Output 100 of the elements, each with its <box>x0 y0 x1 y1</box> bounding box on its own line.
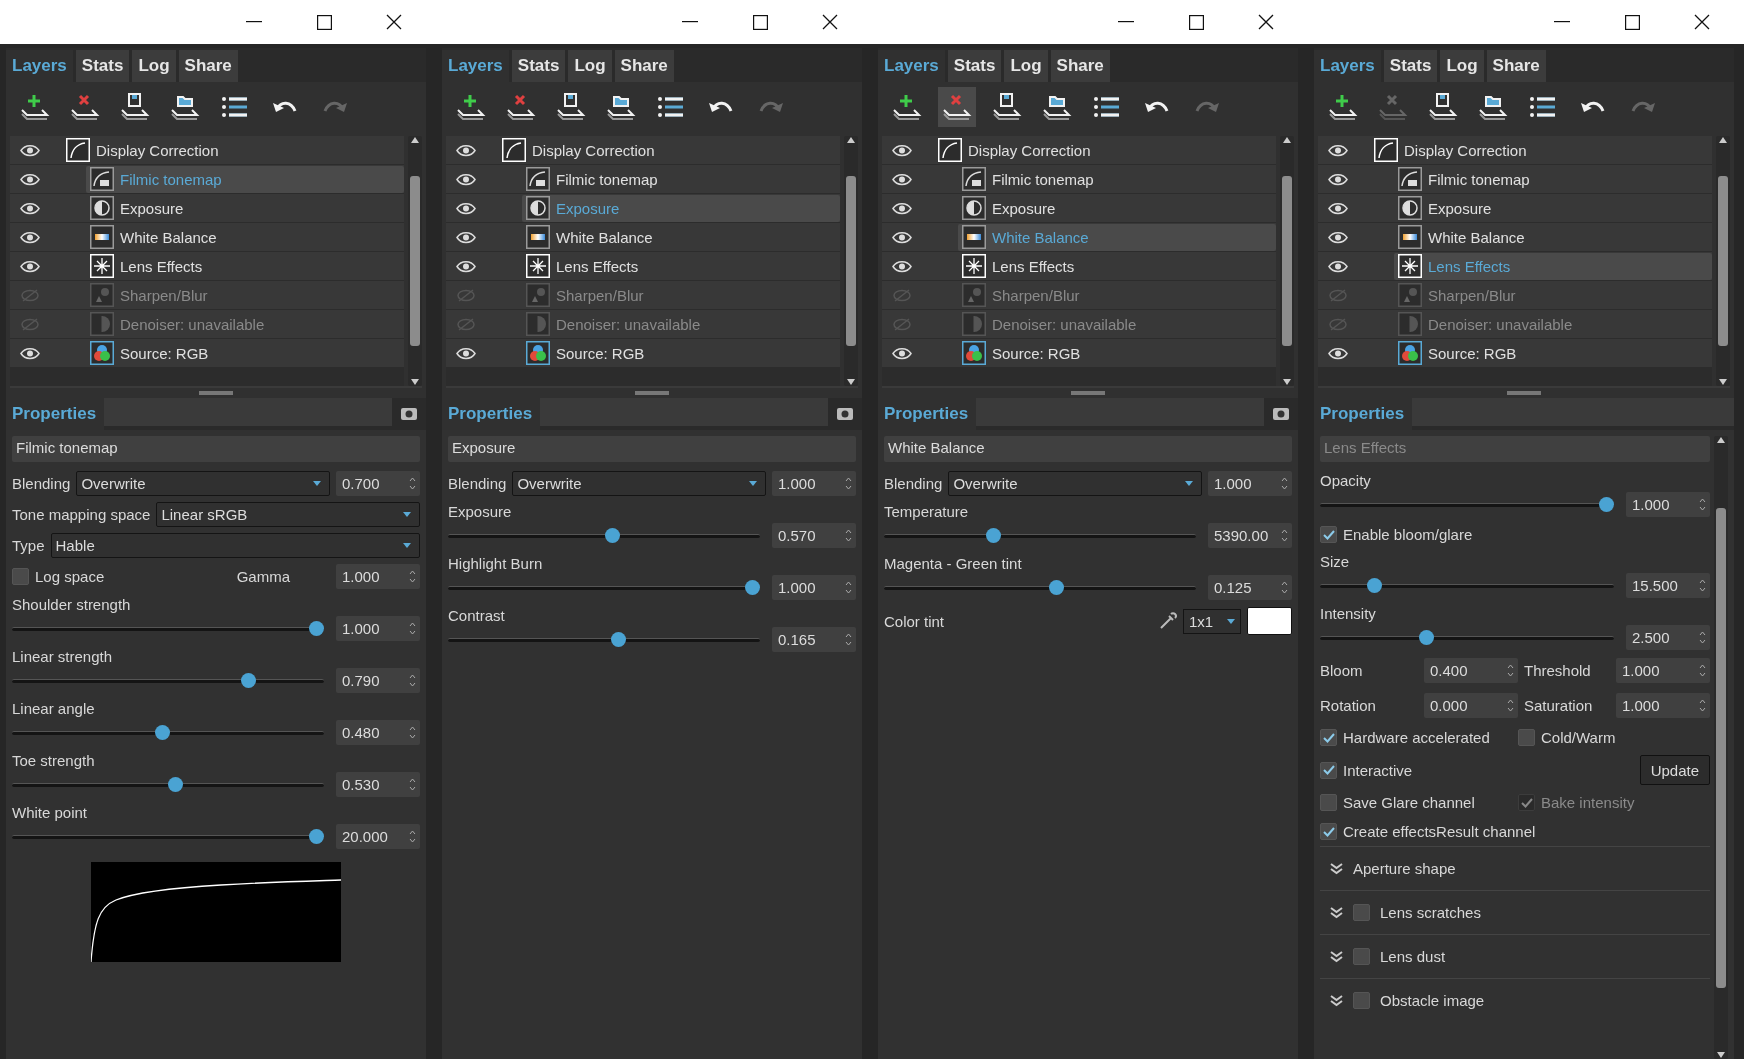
eye-icon[interactable] <box>1328 201 1348 215</box>
eye-icon[interactable] <box>1328 259 1348 273</box>
eye-icon[interactable] <box>1328 172 1348 186</box>
tab[interactable]: Share <box>614 50 674 82</box>
eye-icon[interactable] <box>456 259 476 273</box>
double-chevron-icon[interactable] <box>1330 906 1343 919</box>
eye-icon[interactable] <box>20 201 40 215</box>
tab[interactable]: Layers <box>878 50 945 82</box>
number-field[interactable]: 0.530 <box>336 772 420 797</box>
tab[interactable]: Log <box>1440 50 1484 82</box>
scrollbar[interactable] <box>408 136 422 386</box>
scroll-down-icon[interactable] <box>1719 378 1727 386</box>
number-field[interactable]: 15.500 <box>1626 573 1710 598</box>
update-button[interactable]: Update <box>1639 755 1710 785</box>
eye-icon[interactable] <box>892 230 912 244</box>
eye-icon[interactable] <box>892 346 912 360</box>
eye-icon[interactable] <box>456 230 476 244</box>
scroll-down-icon[interactable] <box>411 378 419 386</box>
checkbox[interactable] <box>1320 729 1337 746</box>
layer-name-field[interactable]: Exposure <box>448 436 856 462</box>
checkbox[interactable] <box>1353 904 1370 921</box>
slider-thumb[interactable] <box>1599 496 1614 512</box>
tab[interactable]: Log <box>1004 50 1048 82</box>
number-field[interactable]: 0.480 <box>336 720 420 745</box>
eyedropper-icon[interactable] <box>1159 612 1177 630</box>
dropdown[interactable]: Overwrite <box>512 471 766 496</box>
dropdown[interactable]: Linear sRGB <box>156 502 420 527</box>
number-field[interactable]: 1.000 <box>1208 471 1292 496</box>
number-field[interactable]: 0.400 <box>1424 658 1518 683</box>
splitter-handle-icon[interactable] <box>1071 391 1105 395</box>
tab[interactable]: Layers <box>442 50 509 82</box>
number-field[interactable]: 5390.00 <box>1208 523 1292 548</box>
scrollbar[interactable] <box>844 136 858 386</box>
eye-icon[interactable] <box>1328 346 1348 360</box>
checkbox[interactable] <box>1353 948 1370 965</box>
camera-icon[interactable] <box>1273 408 1289 420</box>
slider-thumb[interactable] <box>309 828 324 844</box>
dropdown[interactable]: 1x1 <box>1183 608 1241 634</box>
eye-icon[interactable] <box>892 172 912 186</box>
scroll-up-icon[interactable] <box>1719 136 1727 144</box>
tab[interactable]: Stats <box>947 50 1002 82</box>
scroll-up-icon[interactable] <box>1717 436 1725 444</box>
eye-icon[interactable] <box>892 201 912 215</box>
slider-thumb[interactable] <box>1048 579 1064 595</box>
number-field[interactable]: 1.000 <box>336 564 420 589</box>
slider-thumb[interactable] <box>611 631 627 647</box>
tab[interactable]: Stats <box>511 50 566 82</box>
layer-name-field[interactable]: Filmic tonemap <box>12 436 420 462</box>
number-field[interactable]: 0.000 <box>1424 693 1518 718</box>
eye-icon[interactable] <box>20 143 40 157</box>
dropdown[interactable]: Overwrite <box>948 471 1202 496</box>
eye-icon[interactable] <box>1328 230 1348 244</box>
eye-icon[interactable] <box>1328 143 1348 157</box>
number-field[interactable]: 20.000 <box>336 824 420 849</box>
number-field[interactable]: 0.700 <box>336 471 420 496</box>
number-field[interactable]: 2.500 <box>1626 625 1710 650</box>
section-title[interactable]: Lens scratches <box>1380 904 1481 921</box>
checkbox[interactable] <box>1320 823 1337 840</box>
slider-thumb[interactable] <box>745 579 760 595</box>
section-title[interactable]: Obstacle image <box>1380 992 1485 1009</box>
tab[interactable]: Share <box>178 50 238 82</box>
checkbox[interactable] <box>1320 794 1337 811</box>
scroll-down-icon[interactable] <box>1717 1051 1725 1059</box>
number-field[interactable]: 1.000 <box>1616 693 1710 718</box>
layer-row[interactable]: White Balance <box>958 223 1276 251</box>
layer-name-field[interactable]: White Balance <box>884 436 1292 462</box>
tab[interactable]: Stats <box>1383 50 1438 82</box>
scroll-up-icon[interactable] <box>1283 136 1291 144</box>
number-field[interactable]: 1.000 <box>1626 492 1710 517</box>
eye-icon[interactable] <box>456 172 476 186</box>
number-field[interactable]: 0.790 <box>336 668 420 693</box>
section-title[interactable]: Lens dust <box>1380 948 1446 965</box>
double-chevron-icon[interactable] <box>1330 862 1343 875</box>
double-chevron-icon[interactable] <box>1330 994 1343 1007</box>
scrollbar[interactable] <box>1716 136 1730 386</box>
eye-icon[interactable] <box>20 230 40 244</box>
scroll-up-icon[interactable] <box>847 136 855 144</box>
scroll-down-icon[interactable] <box>1283 378 1291 386</box>
splitter-handle-icon[interactable] <box>635 391 669 395</box>
slider-thumb[interactable] <box>1367 577 1383 593</box>
eye-icon[interactable] <box>456 143 476 157</box>
splitter-handle-icon[interactable] <box>1507 391 1541 395</box>
number-field[interactable]: 0.570 <box>772 523 856 548</box>
tab[interactable]: Log <box>568 50 612 82</box>
checkbox[interactable] <box>12 568 29 585</box>
slider-thumb[interactable] <box>240 672 256 688</box>
slider-thumb[interactable] <box>986 527 1002 543</box>
toolbar-button[interactable] <box>938 87 976 127</box>
color-swatch[interactable] <box>1247 607 1292 635</box>
slider-thumb[interactable] <box>167 776 183 792</box>
scrollbar[interactable] <box>1714 436 1728 1059</box>
dropdown[interactable]: Hable <box>50 533 420 558</box>
eye-icon[interactable] <box>20 346 40 360</box>
dropdown[interactable]: Overwrite <box>76 471 330 496</box>
camera-icon[interactable] <box>401 408 417 420</box>
number-field[interactable]: 1.000 <box>336 616 420 641</box>
eye-icon[interactable] <box>456 346 476 360</box>
splitter-handle-icon[interactable] <box>199 391 233 395</box>
double-chevron-icon[interactable] <box>1330 950 1343 963</box>
number-field[interactable]: 1.000 <box>1616 658 1710 683</box>
